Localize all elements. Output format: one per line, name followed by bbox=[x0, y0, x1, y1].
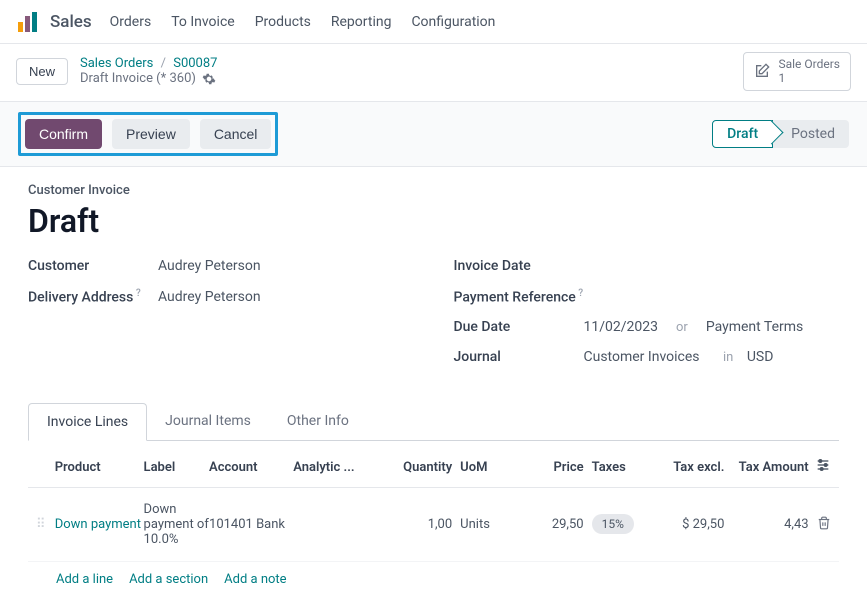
customer-label: Customer bbox=[28, 258, 158, 274]
new-button[interactable]: New bbox=[16, 58, 68, 85]
action-buttons-highlight: Confirm Preview Cancel bbox=[18, 112, 278, 156]
delivery-label: Delivery Address ? bbox=[28, 288, 158, 306]
in-text: in bbox=[723, 350, 733, 365]
due-date-label: Due Date bbox=[454, 319, 584, 335]
th-taxes[interactable]: Taxes bbox=[584, 460, 650, 475]
page-title: Draft bbox=[28, 202, 839, 240]
tab-journal-items[interactable]: Journal Items bbox=[147, 403, 269, 440]
preview-button[interactable]: Preview bbox=[112, 119, 190, 149]
row-price[interactable]: 29,50 bbox=[509, 517, 584, 532]
status-draft[interactable]: Draft bbox=[712, 120, 773, 148]
row-tax-excl: $ 29,50 bbox=[650, 517, 725, 532]
confirm-button[interactable]: Confirm bbox=[25, 119, 102, 149]
status-pipeline: Draft Posted bbox=[712, 120, 849, 148]
top-nav: Sales Orders To Invoice Products Reporti… bbox=[0, 0, 867, 44]
row-label[interactable]: Down payment of 10.0% bbox=[144, 502, 209, 547]
th-tax-amount[interactable]: Tax Amount bbox=[724, 460, 808, 475]
sale-orders-count: 1 bbox=[778, 71, 840, 85]
form-area: Customer Invoice Draft Customer Audrey P… bbox=[0, 167, 867, 613]
section-label: Customer Invoice bbox=[28, 183, 839, 198]
add-line-link[interactable]: Add a line bbox=[56, 572, 113, 587]
sale-orders-button[interactable]: Sale Orders 1 bbox=[743, 52, 851, 91]
th-product[interactable]: Product bbox=[55, 460, 144, 475]
drag-handle-icon[interactable]: ⠿ bbox=[36, 517, 55, 532]
column-settings-icon[interactable] bbox=[815, 457, 831, 473]
table-row: ⠿ Down payment Down payment of 10.0% 101… bbox=[28, 488, 839, 562]
invoice-date-label: Invoice Date bbox=[454, 258, 614, 274]
action-bar: Confirm Preview Cancel Draft Posted bbox=[0, 101, 867, 167]
th-tax-excl[interactable]: Tax excl. bbox=[650, 460, 725, 475]
payment-ref-label: Payment Reference ? bbox=[454, 288, 614, 306]
row-account[interactable]: 101401 Bank bbox=[209, 517, 293, 532]
row-product[interactable]: Down payment bbox=[55, 517, 144, 532]
table-header: Product Label Account Analytic ... Quant… bbox=[28, 447, 839, 488]
add-section-link[interactable]: Add a section bbox=[129, 572, 208, 587]
journal-value[interactable]: Customer Invoices bbox=[584, 349, 700, 365]
th-account[interactable]: Account bbox=[209, 460, 293, 475]
th-analytic[interactable]: Analytic ... bbox=[293, 460, 368, 475]
invoice-lines-table: Product Label Account Analytic ... Quant… bbox=[28, 447, 839, 597]
nav-reporting[interactable]: Reporting bbox=[331, 14, 392, 30]
status-posted[interactable]: Posted bbox=[773, 120, 849, 148]
th-label[interactable]: Label bbox=[144, 460, 209, 475]
row-uom[interactable]: Units bbox=[452, 517, 509, 532]
th-price[interactable]: Price bbox=[509, 460, 584, 475]
journal-label: Journal bbox=[454, 349, 584, 365]
nav-configuration[interactable]: Configuration bbox=[411, 14, 495, 30]
nav-orders[interactable]: Orders bbox=[110, 14, 152, 30]
currency-value[interactable]: USD bbox=[747, 349, 774, 365]
nav-products[interactable]: Products bbox=[255, 14, 311, 30]
breadcrumb-current: Draft Invoice (* 360) bbox=[80, 71, 196, 86]
row-quantity[interactable]: 1,00 bbox=[368, 517, 452, 532]
trash-icon[interactable] bbox=[817, 516, 831, 530]
sale-orders-label: Sale Orders bbox=[778, 57, 840, 71]
add-note-link[interactable]: Add a note bbox=[224, 572, 286, 587]
customer-value[interactable]: Audrey Peterson bbox=[158, 258, 261, 274]
edit-icon bbox=[754, 63, 770, 79]
gear-icon[interactable] bbox=[202, 72, 216, 86]
th-quantity[interactable]: Quantity bbox=[368, 460, 452, 475]
sub-header: New Sales Orders / S00087 Draft Invoice … bbox=[0, 44, 867, 101]
payment-terms-value[interactable]: Payment Terms bbox=[706, 319, 803, 335]
tab-invoice-lines[interactable]: Invoice Lines bbox=[28, 403, 147, 441]
breadcrumb: Sales Orders / S00087 Draft Invoice (* 3… bbox=[80, 56, 217, 86]
add-row: Add a line Add a section Add a note bbox=[28, 562, 839, 597]
delivery-value[interactable]: Audrey Peterson bbox=[158, 289, 261, 305]
app-logo-icon bbox=[16, 10, 40, 34]
breadcrumb-root[interactable]: Sales Orders bbox=[80, 56, 153, 71]
breadcrumb-order[interactable]: S00087 bbox=[173, 56, 217, 71]
row-tax-amount: 4,43 bbox=[724, 517, 808, 532]
cancel-button[interactable]: Cancel bbox=[200, 119, 272, 149]
breadcrumb-sep: / bbox=[161, 56, 166, 71]
tab-other-info[interactable]: Other Info bbox=[269, 403, 367, 440]
tabs: Invoice Lines Journal Items Other Info bbox=[28, 403, 839, 441]
app-title: Sales bbox=[50, 12, 92, 32]
th-uom[interactable]: UoM bbox=[452, 460, 509, 475]
due-date-value[interactable]: 11/02/2023 bbox=[584, 319, 659, 335]
nav-to-invoice[interactable]: To Invoice bbox=[171, 14, 235, 30]
row-taxes[interactable]: 15% bbox=[584, 517, 650, 532]
or-text: or bbox=[676, 320, 688, 335]
